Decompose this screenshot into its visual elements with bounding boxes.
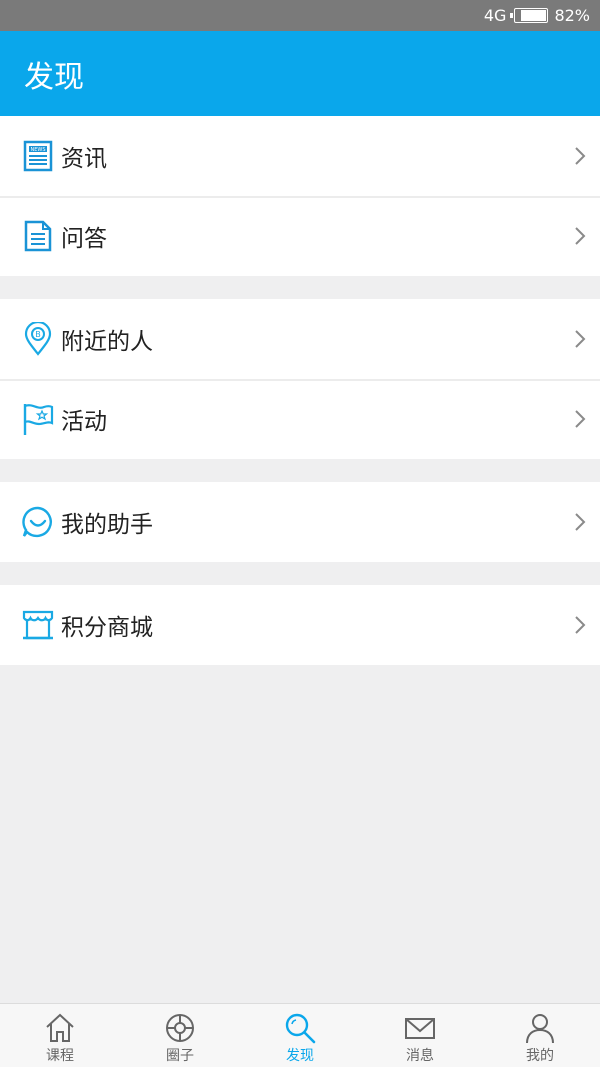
chevron-right-icon — [560, 615, 600, 635]
smile-icon — [22, 506, 54, 538]
news-icon: NEWS — [22, 140, 54, 172]
group-divider — [0, 459, 600, 482]
list-item-label: 问答 — [61, 226, 107, 252]
battery-percent: 82% — [554, 6, 590, 25]
svg-text:B: B — [35, 330, 41, 339]
tab-messages[interactable]: 消息 — [360, 1004, 480, 1067]
battery-icon — [510, 8, 549, 23]
tab-label: 课程 — [46, 1048, 74, 1064]
list-group: B 附近的人 活动 — [0, 299, 600, 459]
app-header: 发现 — [0, 31, 600, 116]
list-item-label: 活动 — [61, 409, 107, 435]
document-icon — [22, 220, 54, 252]
list-item-news[interactable]: NEWS 资讯 — [0, 116, 600, 196]
tab-label: 发现 — [286, 1048, 314, 1064]
list-item-nearby-people[interactable]: B 附近的人 — [0, 299, 600, 379]
mail-icon — [405, 1018, 435, 1039]
list-group: 积分商城 — [0, 585, 600, 665]
group-divider — [0, 276, 600, 299]
list-item-label: 资讯 — [61, 146, 107, 172]
status-bar: 4G 82% — [0, 0, 600, 31]
chevron-right-icon — [560, 409, 600, 429]
list-item-label: 我的助手 — [61, 512, 153, 538]
tab-discover[interactable]: 发现 — [240, 1004, 360, 1067]
page-title: 发现 — [24, 59, 84, 95]
tab-label: 消息 — [406, 1048, 434, 1064]
flag-icon — [22, 403, 54, 435]
svg-text:NEWS: NEWS — [30, 147, 45, 153]
list-item-label: 积分商城 — [61, 615, 153, 641]
group-divider — [0, 562, 600, 585]
network-indicator: 4G — [483, 6, 507, 25]
tab-circle[interactable]: 圈子 — [120, 1004, 240, 1067]
list-group: NEWS 资讯 问答 — [0, 116, 600, 276]
tab-me[interactable]: 我的 — [480, 1004, 600, 1067]
person-icon — [526, 1014, 554, 1044]
search-icon — [285, 1013, 316, 1044]
tab-label: 圈子 — [166, 1048, 194, 1064]
tab-label: 我的 — [526, 1048, 554, 1064]
bottom-tab-bar: 课程 圈子 发现 消息 我的 — [0, 1003, 600, 1067]
list-item-label: 附近的人 — [61, 329, 153, 355]
list-item-my-assistant[interactable]: 我的助手 — [0, 482, 600, 562]
list-group: 我的助手 — [0, 482, 600, 562]
tab-courses[interactable]: 课程 — [0, 1004, 120, 1067]
list-item-activity[interactable]: 活动 — [0, 379, 600, 459]
location-pin-icon: B — [22, 322, 54, 356]
chevron-right-icon — [560, 512, 600, 532]
list-item-qa[interactable]: 问答 — [0, 196, 600, 276]
home-icon — [46, 1013, 74, 1042]
target-icon — [166, 1014, 194, 1042]
store-icon — [22, 609, 54, 641]
chevron-right-icon — [560, 226, 600, 246]
list-item-points-mall[interactable]: 积分商城 — [0, 585, 600, 665]
discover-list: NEWS 资讯 问答 B 附近的人 活动 我的助手 积分商城 — [0, 116, 600, 665]
chevron-right-icon — [560, 329, 600, 349]
chevron-right-icon — [560, 146, 600, 166]
